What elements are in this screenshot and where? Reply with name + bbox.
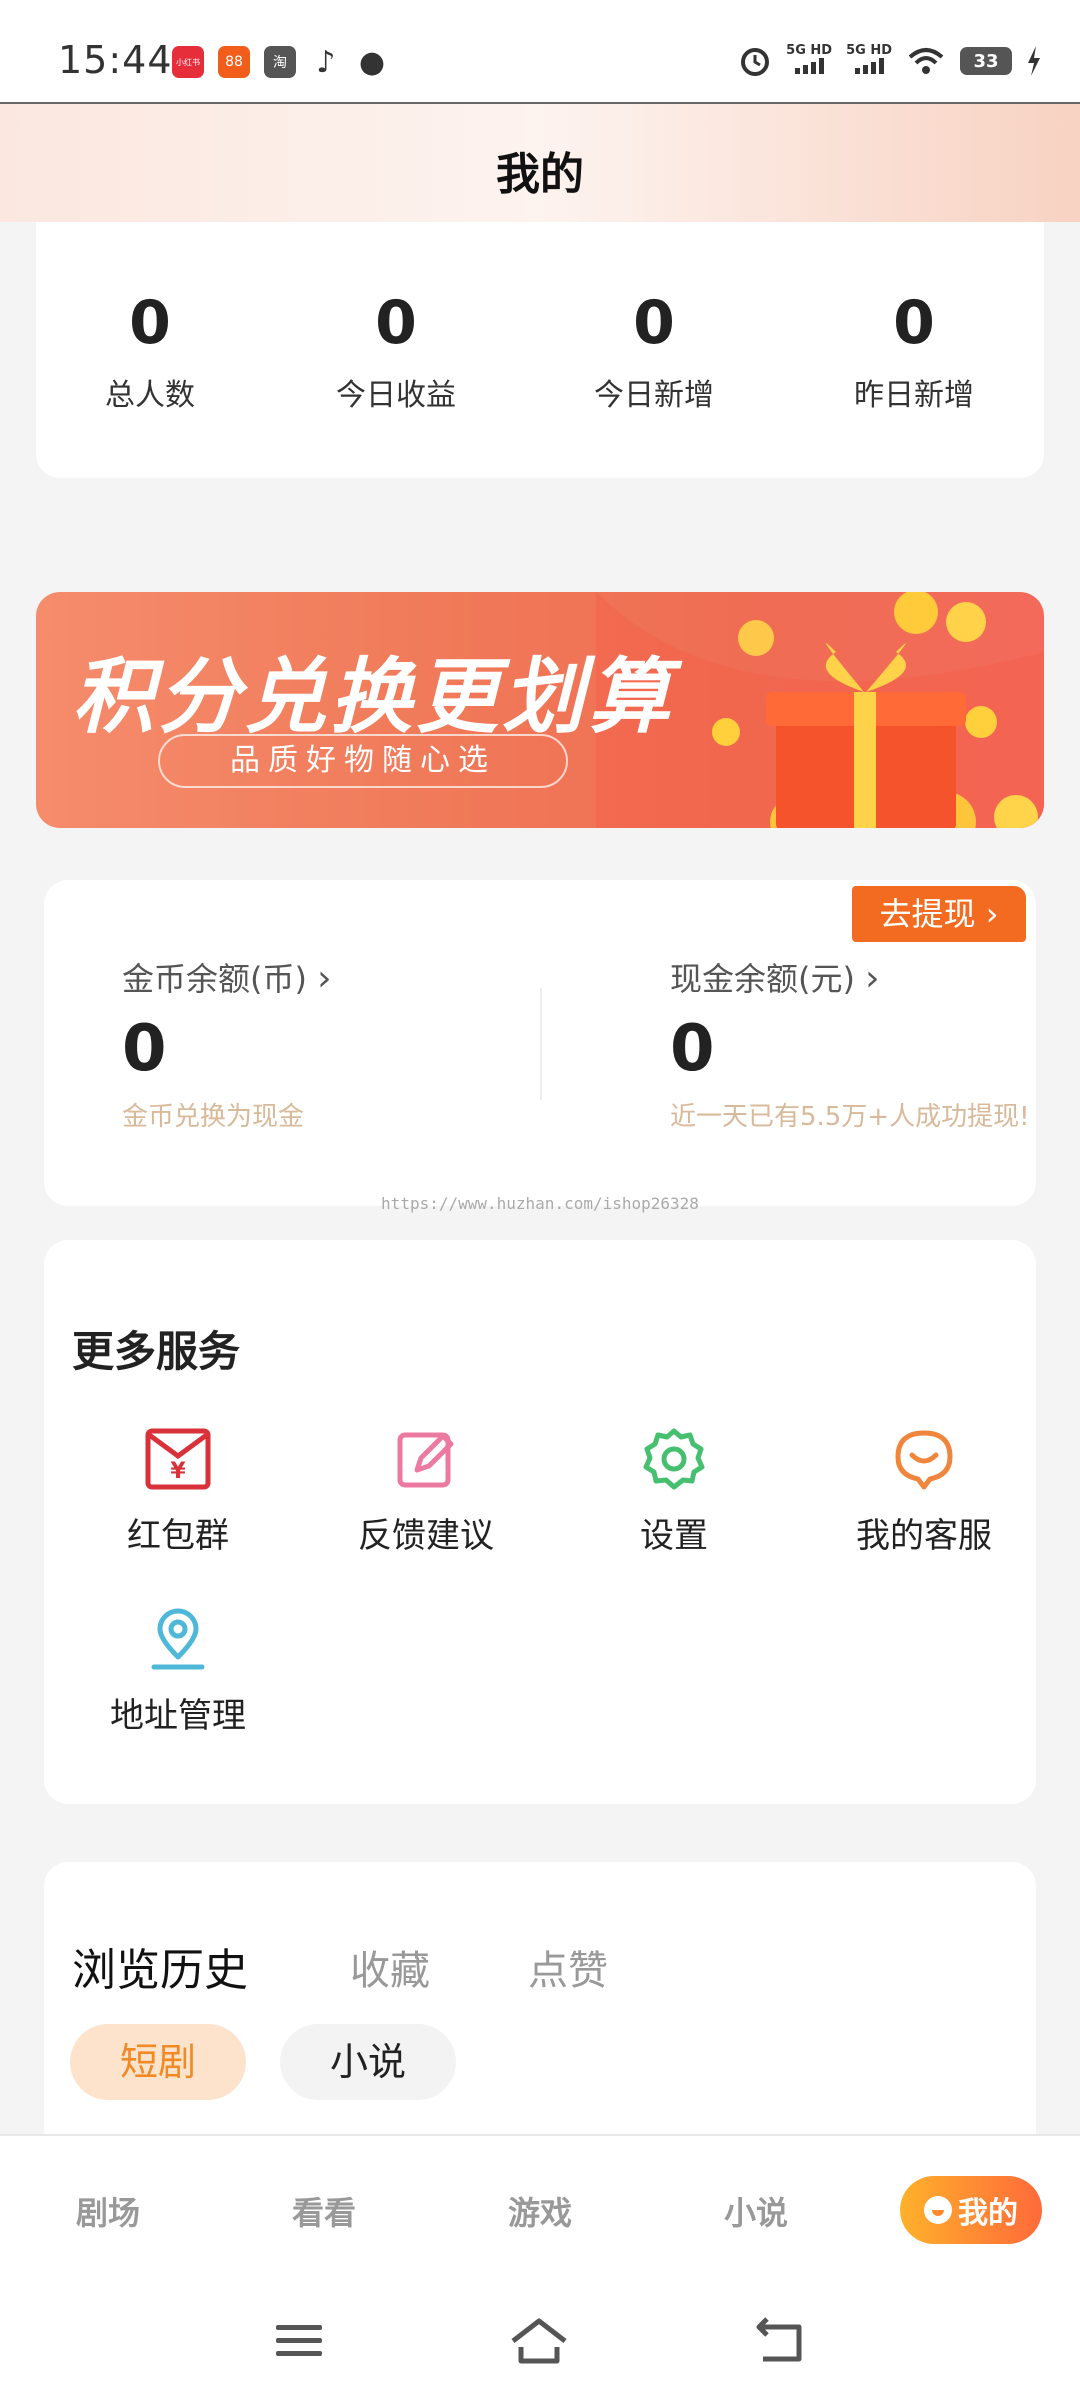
stat-value: 0 <box>893 288 935 358</box>
alarm-icon <box>741 48 770 76</box>
status-time: 15:44 <box>58 38 173 82</box>
system-navigation-bar <box>0 2282 1080 2408</box>
stat-label: 总人数 <box>105 378 195 413</box>
divider <box>540 988 542 1100</box>
signal-icon <box>855 58 885 74</box>
stat-value: 0 <box>375 288 417 358</box>
service-feedback[interactable]: 反馈建议 <box>316 1424 536 1557</box>
service-settings[interactable]: 设置 <box>564 1424 784 1557</box>
coin-balance[interactable]: 金币余额(币) › 0 金币兑换为现金 <box>122 954 332 1133</box>
stat-today-earnings[interactable]: 0 今日收益 <box>296 288 496 414</box>
chevron-right-icon: › <box>865 958 880 999</box>
coin-balance-value: 0 <box>122 1012 167 1086</box>
home-icon[interactable] <box>504 2306 574 2376</box>
cash-balance[interactable]: 现金余额(元) › 0 近一天已有5.5万+人成功提现! <box>670 954 1030 1133</box>
settings-gear-icon <box>639 1424 709 1494</box>
smile-icon <box>924 2196 952 2224</box>
withdraw-button[interactable]: 去提现 › <box>852 886 1026 942</box>
app-orange-icon: 88 <box>218 46 250 78</box>
balance-card: 去提现 › 金币余额(币) › 0 金币兑换为现金 现金余额(元) › 0 近一… <box>44 880 1036 1206</box>
system-status-icons: 5G HD 5G HD 33 <box>738 44 1042 78</box>
service-red-envelope-group[interactable]: ¥ 红包群 <box>68 1424 288 1557</box>
status-bar: 15:44 小红书 88 淘 ♪ ● 5G HD 5G HD 33 <box>0 0 1080 102</box>
stat-today-new[interactable]: 0 今日新增 <box>554 288 754 414</box>
chip-novel[interactable]: 小说 <box>280 2024 456 2100</box>
taobao-icon: 淘 <box>264 46 296 78</box>
coin-balance-note: 金币兑换为现金 <box>122 1102 305 1132</box>
service-label: 红包群 <box>127 1516 229 1556</box>
stat-value: 0 <box>633 288 675 358</box>
points-exchange-banner[interactable]: 积分兑换更划算 品质好物随心选 <box>36 592 1044 828</box>
service-label: 我的客服 <box>856 1516 992 1556</box>
stat-total-people[interactable]: 0 总人数 <box>50 288 250 414</box>
page-header: 我的 <box>0 102 1080 222</box>
tab-likes[interactable]: 点赞 <box>528 1938 608 1996</box>
tiktok-icon: ♪ <box>316 44 336 80</box>
services-title: 更多服务 <box>72 1327 241 1376</box>
message-icon: ● <box>358 44 386 80</box>
service-label: 设置 <box>640 1516 708 1556</box>
tab-favorites[interactable]: 收藏 <box>350 1938 430 1996</box>
back-icon[interactable] <box>744 2306 814 2376</box>
cash-balance-value: 0 <box>670 1012 715 1086</box>
feedback-edit-icon <box>391 1424 461 1494</box>
stat-label: 今日新增 <box>594 378 714 413</box>
stat-yesterday-new[interactable]: 0 昨日新增 <box>814 288 1014 414</box>
stat-value: 0 <box>129 288 171 358</box>
network-indicator-1: 5G HD <box>786 44 832 78</box>
service-address-management[interactable]: 地址管理 <box>68 1604 288 1737</box>
location-pin-icon <box>143 1604 213 1674</box>
stats-card: 0 总人数 0 今日收益 0 今日新增 0 昨日新增 <box>36 222 1044 478</box>
network-indicator-2: 5G HD <box>846 44 892 78</box>
menu-icon[interactable] <box>264 2306 334 2376</box>
customer-service-icon <box>889 1424 959 1494</box>
chevron-right-icon: › <box>317 958 332 999</box>
cash-balance-note: 近一天已有5.5万+人成功提现! <box>670 1102 1030 1132</box>
red-envelope-icon: ¥ <box>143 1424 213 1494</box>
nav-watch[interactable]: 看看 <box>292 2188 356 2234</box>
svg-text:¥: ¥ <box>170 1459 186 1484</box>
stat-label: 昨日新增 <box>854 378 974 413</box>
chip-short-drama[interactable]: 短剧 <box>70 2024 246 2100</box>
nav-novels[interactable]: 小说 <box>724 2188 788 2234</box>
withdraw-label: 去提现 <box>879 895 976 933</box>
wifi-icon <box>908 48 944 74</box>
banner-title: 积分兑换更划算 <box>72 650 674 745</box>
stat-label: 今日收益 <box>336 378 456 413</box>
more-services-card: 更多服务 ¥ 红包群 反馈建议 设置 我的客服 地址管理 <box>44 1240 1036 1804</box>
tab-browse-history[interactable]: 浏览历史 <box>72 1934 248 1998</box>
cash-balance-label: 现金余额(元) › <box>670 958 880 999</box>
nav-mine[interactable]: 我的 <box>900 2176 1042 2244</box>
notification-icons: 小红书 88 淘 ♪ ● <box>172 44 388 80</box>
chevron-right-icon: › <box>985 895 999 933</box>
battery-icon: 33 <box>960 47 1012 75</box>
charging-icon <box>1028 46 1040 76</box>
history-card: 浏览历史 收藏 点赞 短剧 小说 <box>44 1862 1036 2138</box>
bottom-navigation: 剧场 看看 游戏 小说 我的 <box>0 2134 1080 2282</box>
service-label: 反馈建议 <box>358 1516 494 1556</box>
signal-icon <box>795 58 825 74</box>
nav-games[interactable]: 游戏 <box>508 2188 572 2234</box>
banner-subtitle: 品质好物随心选 <box>158 734 568 788</box>
xiaohongshu-icon: 小红书 <box>172 46 204 78</box>
service-customer-support[interactable]: 我的客服 <box>814 1424 1034 1557</box>
nav-theater[interactable]: 剧场 <box>76 2188 140 2234</box>
service-label: 地址管理 <box>110 1696 246 1736</box>
coin-balance-label: 金币余额(币) › <box>122 958 332 999</box>
page-title: 我的 <box>496 149 584 200</box>
nav-mine-label: 我的 <box>958 2196 1018 2231</box>
watermark: https://www.huzhan.com/ishop26328 <box>381 1194 699 1213</box>
